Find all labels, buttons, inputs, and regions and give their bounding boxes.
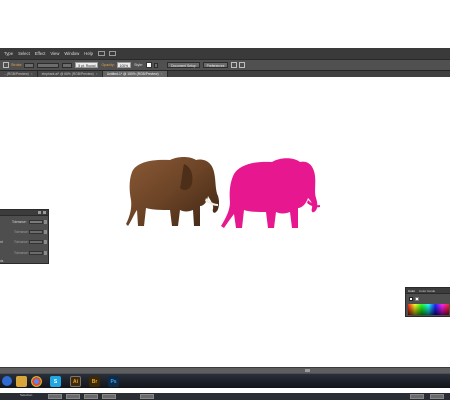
menu-view[interactable]: View bbox=[50, 48, 59, 59]
chrome-icon[interactable] bbox=[31, 376, 42, 387]
tolerance-label: Tolerance: bbox=[12, 220, 27, 224]
panel-menu-icon[interactable] bbox=[38, 211, 41, 214]
tab-label: elephant.ai* @ 66% (RGB/Preview) bbox=[41, 72, 94, 76]
magic-wand-panel: Tolerance: Tolerance: nt Tolerance: Tole… bbox=[0, 209, 49, 264]
tolerance-field[interactable] bbox=[29, 219, 43, 225]
elephant-silhouette[interactable] bbox=[221, 158, 320, 228]
style-label: Style: bbox=[134, 63, 144, 67]
artwork bbox=[126, 157, 320, 228]
thumbnail[interactable] bbox=[66, 394, 80, 399]
tolerance-row: Tolerance: bbox=[0, 229, 49, 235]
close-icon[interactable]: × bbox=[31, 72, 33, 76]
tab-label: ...(RGB/Preview) bbox=[4, 72, 29, 76]
color-panel-tabs: Color Color Guide bbox=[406, 288, 450, 294]
secondary-taskbar-strip: Selection bbox=[0, 393, 450, 400]
panel-header[interactable] bbox=[0, 210, 48, 216]
photoshop-icon[interactable]: Ps bbox=[108, 376, 119, 387]
tolerance-row: Tolerance: bbox=[0, 219, 49, 225]
bridge-launch-icon[interactable] bbox=[97, 51, 105, 56]
tolerance-field[interactable] bbox=[29, 250, 43, 256]
fill-swatch-icon[interactable] bbox=[3, 62, 9, 68]
windows-taskbar: S Ai Br Ps bbox=[0, 373, 450, 388]
stroke-swatch[interactable] bbox=[415, 297, 419, 301]
top-whitespace bbox=[0, 0, 450, 48]
fill-stroke-swatches bbox=[409, 297, 419, 301]
stroke-label[interactable]: Stroke: bbox=[11, 63, 22, 67]
thumbnail[interactable] bbox=[48, 394, 62, 399]
close-icon[interactable]: × bbox=[96, 72, 98, 76]
selection-label: Selection bbox=[20, 393, 33, 397]
color-panel: Color Color Guide bbox=[405, 287, 450, 317]
control-bar: Stroke: 5 pt. Round Opacity: 100% Style:… bbox=[0, 59, 450, 70]
panel-side-label: ds bbox=[0, 259, 4, 263]
style-dropdown[interactable] bbox=[154, 62, 159, 68]
tab-color[interactable]: Color bbox=[408, 289, 415, 293]
elephant-photo[interactable] bbox=[126, 157, 220, 226]
tolerance-field[interactable] bbox=[29, 229, 43, 235]
menu-help[interactable]: Help bbox=[84, 48, 93, 59]
start-button-icon[interactable] bbox=[2, 376, 12, 386]
chevron-down-icon[interactable] bbox=[44, 220, 47, 224]
illustrator-icon[interactable]: Ai bbox=[70, 376, 81, 387]
stroke-weight-field[interactable] bbox=[24, 62, 35, 68]
horizontal-scroll-thumb[interactable] bbox=[305, 369, 310, 372]
opacity-label[interactable]: Opacity: bbox=[101, 63, 114, 67]
tolerance-label: Tolerance: bbox=[14, 240, 29, 244]
tolerance-field[interactable] bbox=[29, 239, 43, 245]
color-spectrum[interactable] bbox=[408, 304, 449, 315]
menu-select[interactable]: Select bbox=[18, 48, 30, 59]
document-tab-bar: ...(RGB/Preview) × elephant.ai* @ 66% (RG… bbox=[0, 70, 450, 77]
bridge-icon[interactable]: Br bbox=[89, 376, 100, 387]
chevron-down-icon[interactable] bbox=[44, 240, 47, 244]
preferences-button[interactable]: Preferences bbox=[202, 62, 229, 68]
thumbnail[interactable] bbox=[84, 394, 98, 399]
tolerance-row: nt Tolerance: bbox=[0, 239, 49, 245]
document-setup-button[interactable]: Document Setup bbox=[167, 62, 200, 68]
tolerance-label: Tolerance: bbox=[14, 251, 29, 255]
tolerance-label: Tolerance: bbox=[14, 230, 29, 234]
thumbnail[interactable] bbox=[430, 394, 444, 399]
menu-effect[interactable]: Effect bbox=[35, 48, 46, 59]
tab-color-guide[interactable]: Color Guide bbox=[419, 289, 435, 293]
variable-width-profile[interactable] bbox=[37, 62, 60, 68]
panel-side-label: nt bbox=[0, 240, 3, 244]
menu-type[interactable]: Type bbox=[4, 48, 13, 59]
style-swatch[interactable] bbox=[146, 62, 153, 68]
thumbnail[interactable] bbox=[102, 394, 116, 399]
close-icon[interactable]: × bbox=[161, 72, 163, 76]
stroke-dropdown[interactable] bbox=[62, 62, 73, 68]
thumbnail[interactable] bbox=[140, 394, 154, 399]
menu-window[interactable]: Window bbox=[64, 48, 79, 59]
panel-footer-row: ds bbox=[0, 258, 49, 264]
menu-bar: Type Select Effect View Window Help bbox=[0, 48, 450, 59]
chevron-down-icon[interactable] bbox=[44, 251, 47, 255]
thumbnail[interactable] bbox=[410, 394, 424, 399]
chevron-down-icon[interactable] bbox=[44, 230, 47, 234]
brush-definition-button[interactable]: 5 pt. Round bbox=[75, 62, 99, 68]
arrange-icon[interactable] bbox=[231, 62, 238, 68]
skype-icon[interactable]: S bbox=[50, 376, 61, 387]
tab-label: Untitled-1* @ 150% (RGB/Preview) bbox=[106, 72, 159, 76]
windows-explorer-icon[interactable] bbox=[16, 376, 27, 387]
arrange-documents-icon[interactable] bbox=[108, 51, 116, 56]
panel-collapse-icon[interactable] bbox=[43, 211, 46, 214]
tolerance-row: Tolerance: bbox=[0, 250, 49, 256]
panel-menu-icon[interactable] bbox=[239, 62, 246, 68]
opacity-field[interactable]: 100% bbox=[116, 62, 132, 68]
fill-swatch[interactable] bbox=[409, 297, 413, 301]
